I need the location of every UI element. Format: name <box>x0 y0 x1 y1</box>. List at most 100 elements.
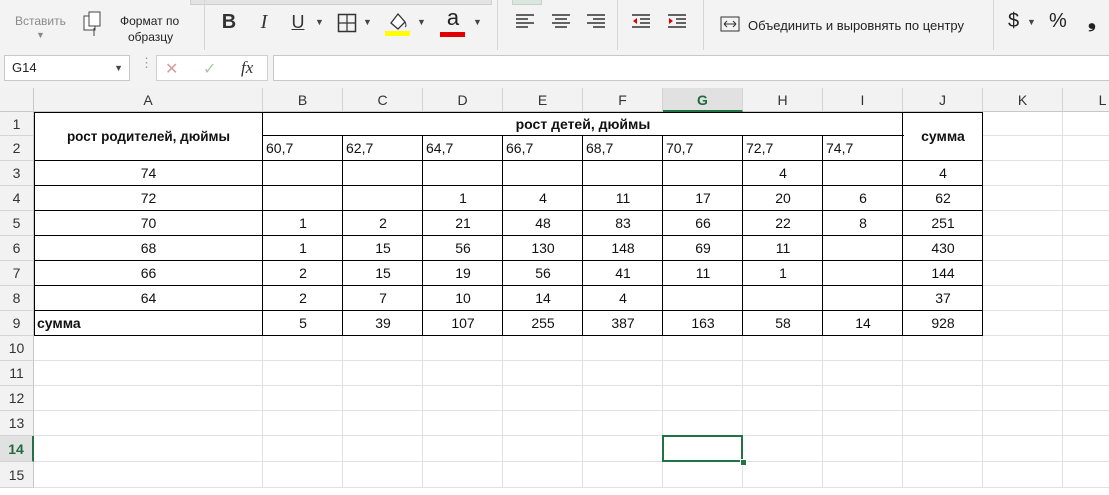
header-sum-column[interactable]: сумма <box>903 112 983 161</box>
data-cell[interactable]: 1 <box>743 261 823 286</box>
data-cell[interactable]: 48 <box>503 211 583 236</box>
column-total-cell[interactable]: 163 <box>663 311 743 336</box>
column-header-b[interactable]: B <box>263 88 343 112</box>
column-total-cell[interactable]: 107 <box>423 311 503 336</box>
borders-icon[interactable] <box>337 13 357 38</box>
row-header-14[interactable]: 14 <box>0 436 34 462</box>
row-header-2[interactable]: 2 <box>0 136 34 161</box>
row-sum-cell[interactable]: 4 <box>903 161 983 186</box>
align-left-icon[interactable] <box>515 13 535 36</box>
name-box-dropdown-icon[interactable]: ▼ <box>114 56 123 80</box>
row-header-9[interactable]: 9 <box>0 311 34 336</box>
column-total-cell[interactable]: 5 <box>263 311 343 336</box>
merge-center-label[interactable]: Объединить и выровнять по центру <box>748 18 964 33</box>
child-height-cell[interactable]: 70,7 <box>663 136 743 161</box>
data-cell[interactable]: 56 <box>423 236 503 261</box>
row-header-7[interactable]: 7 <box>0 261 34 286</box>
data-cell[interactable]: 2 <box>263 286 343 311</box>
column-header-j[interactable]: J <box>903 88 983 112</box>
row-header-11[interactable]: 11 <box>0 361 34 386</box>
grand-total-cell[interactable]: 928 <box>903 311 983 336</box>
underline-button[interactable]: U <box>288 10 308 34</box>
data-cell[interactable]: 17 <box>663 186 743 211</box>
column-header-l[interactable]: L <box>1063 88 1109 112</box>
data-cell[interactable]: 130 <box>503 236 583 261</box>
column-total-cell[interactable]: 387 <box>583 311 663 336</box>
font-color-dropdown-icon[interactable]: ▼ <box>473 17 482 27</box>
data-cell[interactable]: 148 <box>583 236 663 261</box>
child-height-cell[interactable]: 74,7 <box>823 136 903 161</box>
child-height-cell[interactable]: 64,7 <box>423 136 503 161</box>
spreadsheet-grid[interactable]: A B C D E F G H I J K L 1 2 3 4 5 6 7 8 9 10 11 12 13 14 15 рост ро… <box>0 88 1109 495</box>
data-cell[interactable]: 7 <box>343 286 423 311</box>
data-cell[interactable]: 6 <box>823 186 903 211</box>
wrap-text-edge[interactable] <box>512 0 542 5</box>
column-total-cell[interactable]: 39 <box>343 311 423 336</box>
currency-format-icon[interactable]: $ <box>1008 10 1019 33</box>
selected-cell[interactable] <box>662 435 743 462</box>
data-cell[interactable]: 19 <box>423 261 503 286</box>
italic-button[interactable]: I <box>254 10 274 34</box>
parent-height-cell[interactable]: 72 <box>34 186 263 211</box>
column-total-cell[interactable]: 255 <box>503 311 583 336</box>
column-header-d[interactable]: D <box>423 88 503 112</box>
fill-handle[interactable] <box>740 459 747 466</box>
currency-dropdown-icon[interactable]: ▼ <box>1027 17 1036 27</box>
data-cell[interactable]: 14 <box>503 286 583 311</box>
insert-function-icon[interactable]: fx <box>241 58 253 78</box>
data-cell[interactable]: 20 <box>743 186 823 211</box>
format-painter-label[interactable]: Формат по <box>120 14 179 28</box>
column-header-h[interactable]: H <box>743 88 823 112</box>
font-color-button[interactable]: a <box>440 6 466 42</box>
parent-height-cell[interactable]: 74 <box>34 161 263 186</box>
cancel-icon[interactable]: ✕ <box>165 59 178 79</box>
data-cell[interactable]: 15 <box>343 261 423 286</box>
decrease-indent-icon[interactable] <box>631 13 651 36</box>
formula-input[interactable] <box>273 55 1109 81</box>
paste-dropdown-icon[interactable]: ▼ <box>36 30 45 40</box>
data-cell[interactable]: 4 <box>583 286 663 311</box>
row-header-10[interactable]: 10 <box>0 336 34 361</box>
borders-dropdown-icon[interactable]: ▼ <box>363 17 372 27</box>
select-all-corner[interactable] <box>0 88 34 112</box>
child-height-cell[interactable]: 60,7 <box>263 136 343 161</box>
name-box[interactable]: G14 ▼ <box>4 55 130 81</box>
row-sum-cell[interactable]: 37 <box>903 286 983 311</box>
paste-button-label[interactable]: Вставить <box>15 14 66 28</box>
column-header-a[interactable]: A <box>34 88 263 112</box>
data-cell[interactable]: 83 <box>583 211 663 236</box>
header-parents-height[interactable]: рост родителей, дюймы <box>34 112 263 161</box>
data-cell[interactable]: 1 <box>263 236 343 261</box>
data-cell[interactable]: 1 <box>423 186 503 211</box>
row-header-12[interactable]: 12 <box>0 386 34 411</box>
row-header-6[interactable]: 6 <box>0 236 34 261</box>
data-cell[interactable]: 66 <box>663 211 743 236</box>
column-total-cell[interactable]: 14 <box>823 311 903 336</box>
fill-color-icon[interactable] <box>385 9 411 42</box>
parent-height-cell[interactable]: 70 <box>34 211 263 236</box>
row-sum-cell[interactable]: 144 <box>903 261 983 286</box>
row-sum-cell[interactable]: 430 <box>903 236 983 261</box>
parent-height-cell[interactable]: 64 <box>34 286 263 311</box>
data-cell[interactable]: 69 <box>663 236 743 261</box>
row-header-3[interactable]: 3 <box>0 161 34 186</box>
column-total-cell[interactable]: 58 <box>743 311 823 336</box>
underline-dropdown-icon[interactable]: ▼ <box>315 17 324 27</box>
row-header-1[interactable]: 1 <box>0 112 34 136</box>
data-cell[interactable]: 2 <box>343 211 423 236</box>
comma-style-icon[interactable]: ❟ <box>1088 10 1096 33</box>
row-sum-cell[interactable]: 251 <box>903 211 983 236</box>
data-cell[interactable]: 56 <box>503 261 583 286</box>
column-header-e[interactable]: E <box>503 88 583 112</box>
column-header-i[interactable]: I <box>823 88 903 112</box>
row-header-5[interactable]: 5 <box>0 211 34 236</box>
data-cell[interactable]: 8 <box>823 211 903 236</box>
align-center-icon[interactable] <box>551 13 571 36</box>
drag-handle-icon[interactable]: ⋮ <box>140 56 153 69</box>
column-header-c[interactable]: C <box>343 88 423 112</box>
header-children-height[interactable]: рост детей, дюймы <box>263 112 903 136</box>
merge-center-icon[interactable] <box>720 16 740 37</box>
data-cell[interactable]: 4 <box>743 161 823 186</box>
data-cell[interactable]: 22 <box>743 211 823 236</box>
format-painter-icon[interactable] <box>82 10 106 38</box>
